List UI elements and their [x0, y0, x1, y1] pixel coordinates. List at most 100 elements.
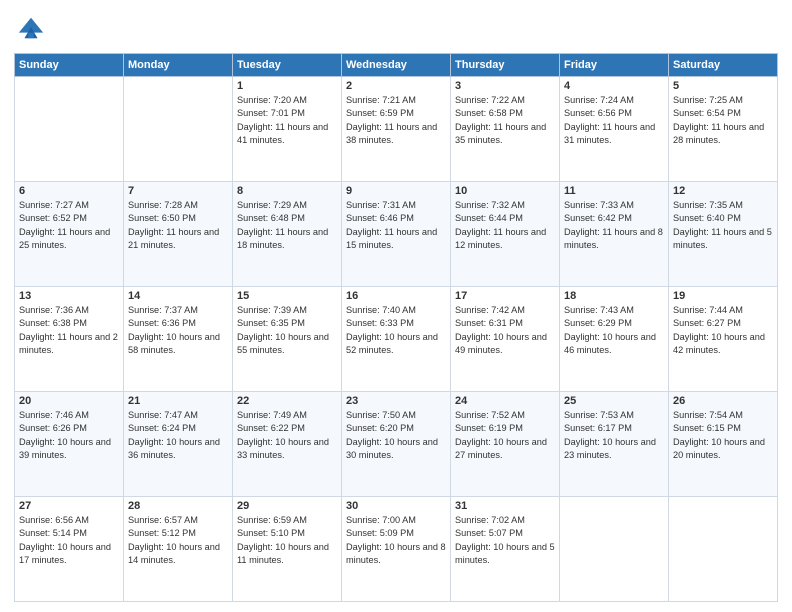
calendar-cell: 18 Sunrise: 7:43 AMSunset: 6:29 PMDayligh… — [560, 287, 669, 392]
calendar-cell: 7 Sunrise: 7:28 AMSunset: 6:50 PMDaylight… — [124, 182, 233, 287]
cell-info: Sunrise: 7:29 AMSunset: 6:48 PMDaylight:… — [237, 199, 337, 252]
day-number: 3 — [455, 80, 555, 92]
calendar-week-5: 27 Sunrise: 6:56 AMSunset: 5:14 PMDayligh… — [15, 497, 778, 602]
calendar-cell: 25 Sunrise: 7:53 AMSunset: 6:17 PMDayligh… — [560, 392, 669, 497]
day-number: 13 — [19, 290, 119, 302]
day-number: 27 — [19, 500, 119, 512]
calendar-cell: 8 Sunrise: 7:29 AMSunset: 6:48 PMDaylight… — [233, 182, 342, 287]
day-number: 4 — [564, 80, 664, 92]
cell-info: Sunrise: 7:43 AMSunset: 6:29 PMDaylight:… — [564, 304, 664, 357]
calendar-cell: 14 Sunrise: 7:37 AMSunset: 6:36 PMDayligh… — [124, 287, 233, 392]
day-number: 22 — [237, 395, 337, 407]
day-number: 31 — [455, 500, 555, 512]
cell-info: Sunrise: 6:56 AMSunset: 5:14 PMDaylight:… — [19, 514, 119, 567]
calendar-cell: 5Sunrise: 7:25 AMSunset: 6:54 PMDaylight… — [669, 77, 778, 182]
day-number: 25 — [564, 395, 664, 407]
day-number: 26 — [673, 395, 773, 407]
calendar-cell: 31 Sunrise: 7:02 AMSunset: 5:07 PMDayligh… — [451, 497, 560, 602]
cell-info: Sunrise: 7:52 AMSunset: 6:19 PMDaylight:… — [455, 409, 555, 462]
day-number: 1 — [237, 80, 337, 92]
day-header-saturday: Saturday — [669, 54, 778, 77]
day-header-friday: Friday — [560, 54, 669, 77]
page: SundayMondayTuesdayWednesdayThursdayFrid… — [0, 0, 792, 612]
day-header-sunday: Sunday — [15, 54, 124, 77]
cell-info: Sunrise: 7:44 AMSunset: 6:27 PMDaylight:… — [673, 304, 773, 357]
calendar-cell: 4 Sunrise: 7:24 AMSunset: 6:56 PMDaylight… — [560, 77, 669, 182]
cell-info: Sunrise: 7:53 AMSunset: 6:17 PMDaylight:… — [564, 409, 664, 462]
calendar-cell: 11 Sunrise: 7:33 AMSunset: 6:42 PMDayligh… — [560, 182, 669, 287]
day-number: 17 — [455, 290, 555, 302]
cell-info: Sunrise: 7:40 AMSunset: 6:33 PMDaylight:… — [346, 304, 446, 357]
calendar-cell — [124, 77, 233, 182]
day-number: 20 — [19, 395, 119, 407]
calendar-cell: 12 Sunrise: 7:35 AMSunset: 6:40 PMDayligh… — [669, 182, 778, 287]
cell-info: Sunrise: 7:20 AMSunset: 7:01 PMDaylight:… — [237, 94, 337, 147]
calendar-cell: 15Sunrise: 7:39 AMSunset: 6:35 PMDayligh… — [233, 287, 342, 392]
calendar-cell: 28 Sunrise: 6:57 AMSunset: 5:12 PMDayligh… — [124, 497, 233, 602]
calendar-week-3: 13 Sunrise: 7:36 AMSunset: 6:38 PMDayligh… — [15, 287, 778, 392]
day-number: 2 — [346, 80, 446, 92]
day-number: 9 — [346, 185, 446, 197]
calendar-cell: 17 Sunrise: 7:42 AMSunset: 6:31 PMDayligh… — [451, 287, 560, 392]
day-number: 29 — [237, 500, 337, 512]
cell-info: Sunrise: 7:21 AMSunset: 6:59 PMDaylight:… — [346, 94, 446, 147]
day-number: 14 — [128, 290, 228, 302]
calendar-cell: 24 Sunrise: 7:52 AMSunset: 6:19 PMDayligh… — [451, 392, 560, 497]
calendar-cell: 6Sunrise: 7:27 AMSunset: 6:52 PMDaylight… — [15, 182, 124, 287]
cell-info: Sunrise: 7:46 AMSunset: 6:26 PMDaylight:… — [19, 409, 119, 462]
cell-info: Sunrise: 7:36 AMSunset: 6:38 PMDaylight:… — [19, 304, 119, 357]
calendar-week-1: 1 Sunrise: 7:20 AMSunset: 7:01 PMDaylight… — [15, 77, 778, 182]
calendar-cell: 20 Sunrise: 7:46 AMSunset: 6:26 PMDayligh… — [15, 392, 124, 497]
cell-info: Sunrise: 7:22 AMSunset: 6:58 PMDaylight:… — [455, 94, 555, 147]
day-number: 28 — [128, 500, 228, 512]
day-header-tuesday: Tuesday — [233, 54, 342, 77]
cell-info: Sunrise: 7:00 AMSunset: 5:09 PMDaylight:… — [346, 514, 446, 567]
day-number: 16 — [346, 290, 446, 302]
calendar-cell: 13 Sunrise: 7:36 AMSunset: 6:38 PMDayligh… — [15, 287, 124, 392]
day-number: 7 — [128, 185, 228, 197]
cell-info: Sunrise: 7:25 AMSunset: 6:54 PMDaylight:… — [673, 94, 773, 147]
cell-info: Sunrise: 7:54 AMSunset: 6:15 PMDaylight:… — [673, 409, 773, 462]
cell-info: Sunrise: 6:59 AMSunset: 5:10 PMDaylight:… — [237, 514, 337, 567]
calendar-cell: 23 Sunrise: 7:50 AMSunset: 6:20 PMDayligh… — [342, 392, 451, 497]
calendar-cell: 1 Sunrise: 7:20 AMSunset: 7:01 PMDaylight… — [233, 77, 342, 182]
calendar-cell: 26 Sunrise: 7:54 AMSunset: 6:15 PMDayligh… — [669, 392, 778, 497]
day-number: 24 — [455, 395, 555, 407]
calendar-cell — [560, 497, 669, 602]
calendar-cell — [669, 497, 778, 602]
day-number: 23 — [346, 395, 446, 407]
cell-info: Sunrise: 7:33 AMSunset: 6:42 PMDaylight:… — [564, 199, 664, 252]
calendar-cell: 29 Sunrise: 6:59 AMSunset: 5:10 PMDayligh… — [233, 497, 342, 602]
cell-info: Sunrise: 7:02 AMSunset: 5:07 PMDaylight:… — [455, 514, 555, 567]
day-header-monday: Monday — [124, 54, 233, 77]
logo — [14, 14, 45, 47]
calendar-cell: 19Sunrise: 7:44 AMSunset: 6:27 PMDayligh… — [669, 287, 778, 392]
cell-info: Sunrise: 7:42 AMSunset: 6:31 PMDaylight:… — [455, 304, 555, 357]
day-header-thursday: Thursday — [451, 54, 560, 77]
cell-info: Sunrise: 6:57 AMSunset: 5:12 PMDaylight:… — [128, 514, 228, 567]
calendar-week-4: 20 Sunrise: 7:46 AMSunset: 6:26 PMDayligh… — [15, 392, 778, 497]
cell-info: Sunrise: 7:35 AMSunset: 6:40 PMDaylight:… — [673, 199, 773, 252]
cell-info: Sunrise: 7:24 AMSunset: 6:56 PMDaylight:… — [564, 94, 664, 147]
calendar-cell: 2 Sunrise: 7:21 AMSunset: 6:59 PMDaylight… — [342, 77, 451, 182]
day-number: 8 — [237, 185, 337, 197]
cell-info: Sunrise: 7:47 AMSunset: 6:24 PMDaylight:… — [128, 409, 228, 462]
calendar-table: SundayMondayTuesdayWednesdayThursdayFrid… — [14, 53, 778, 602]
calendar-week-2: 6Sunrise: 7:27 AMSunset: 6:52 PMDaylight… — [15, 182, 778, 287]
day-number: 6 — [19, 185, 119, 197]
day-number: 18 — [564, 290, 664, 302]
calendar-cell: 22 Sunrise: 7:49 AMSunset: 6:22 PMDayligh… — [233, 392, 342, 497]
calendar-cell: 27 Sunrise: 6:56 AMSunset: 5:14 PMDayligh… — [15, 497, 124, 602]
calendar-cell — [15, 77, 124, 182]
cell-info: Sunrise: 7:39 AMSunset: 6:35 PMDaylight:… — [237, 304, 337, 357]
cell-info: Sunrise: 7:28 AMSunset: 6:50 PMDaylight:… — [128, 199, 228, 252]
calendar-cell: 10Sunrise: 7:32 AMSunset: 6:44 PMDayligh… — [451, 182, 560, 287]
cell-info: Sunrise: 7:50 AMSunset: 6:20 PMDaylight:… — [346, 409, 446, 462]
day-number: 30 — [346, 500, 446, 512]
cell-info: Sunrise: 7:49 AMSunset: 6:22 PMDaylight:… — [237, 409, 337, 462]
calendar-cell: 16 Sunrise: 7:40 AMSunset: 6:33 PMDayligh… — [342, 287, 451, 392]
day-number: 11 — [564, 185, 664, 197]
day-number: 12 — [673, 185, 773, 197]
day-header-wednesday: Wednesday — [342, 54, 451, 77]
cell-info: Sunrise: 7:37 AMSunset: 6:36 PMDaylight:… — [128, 304, 228, 357]
